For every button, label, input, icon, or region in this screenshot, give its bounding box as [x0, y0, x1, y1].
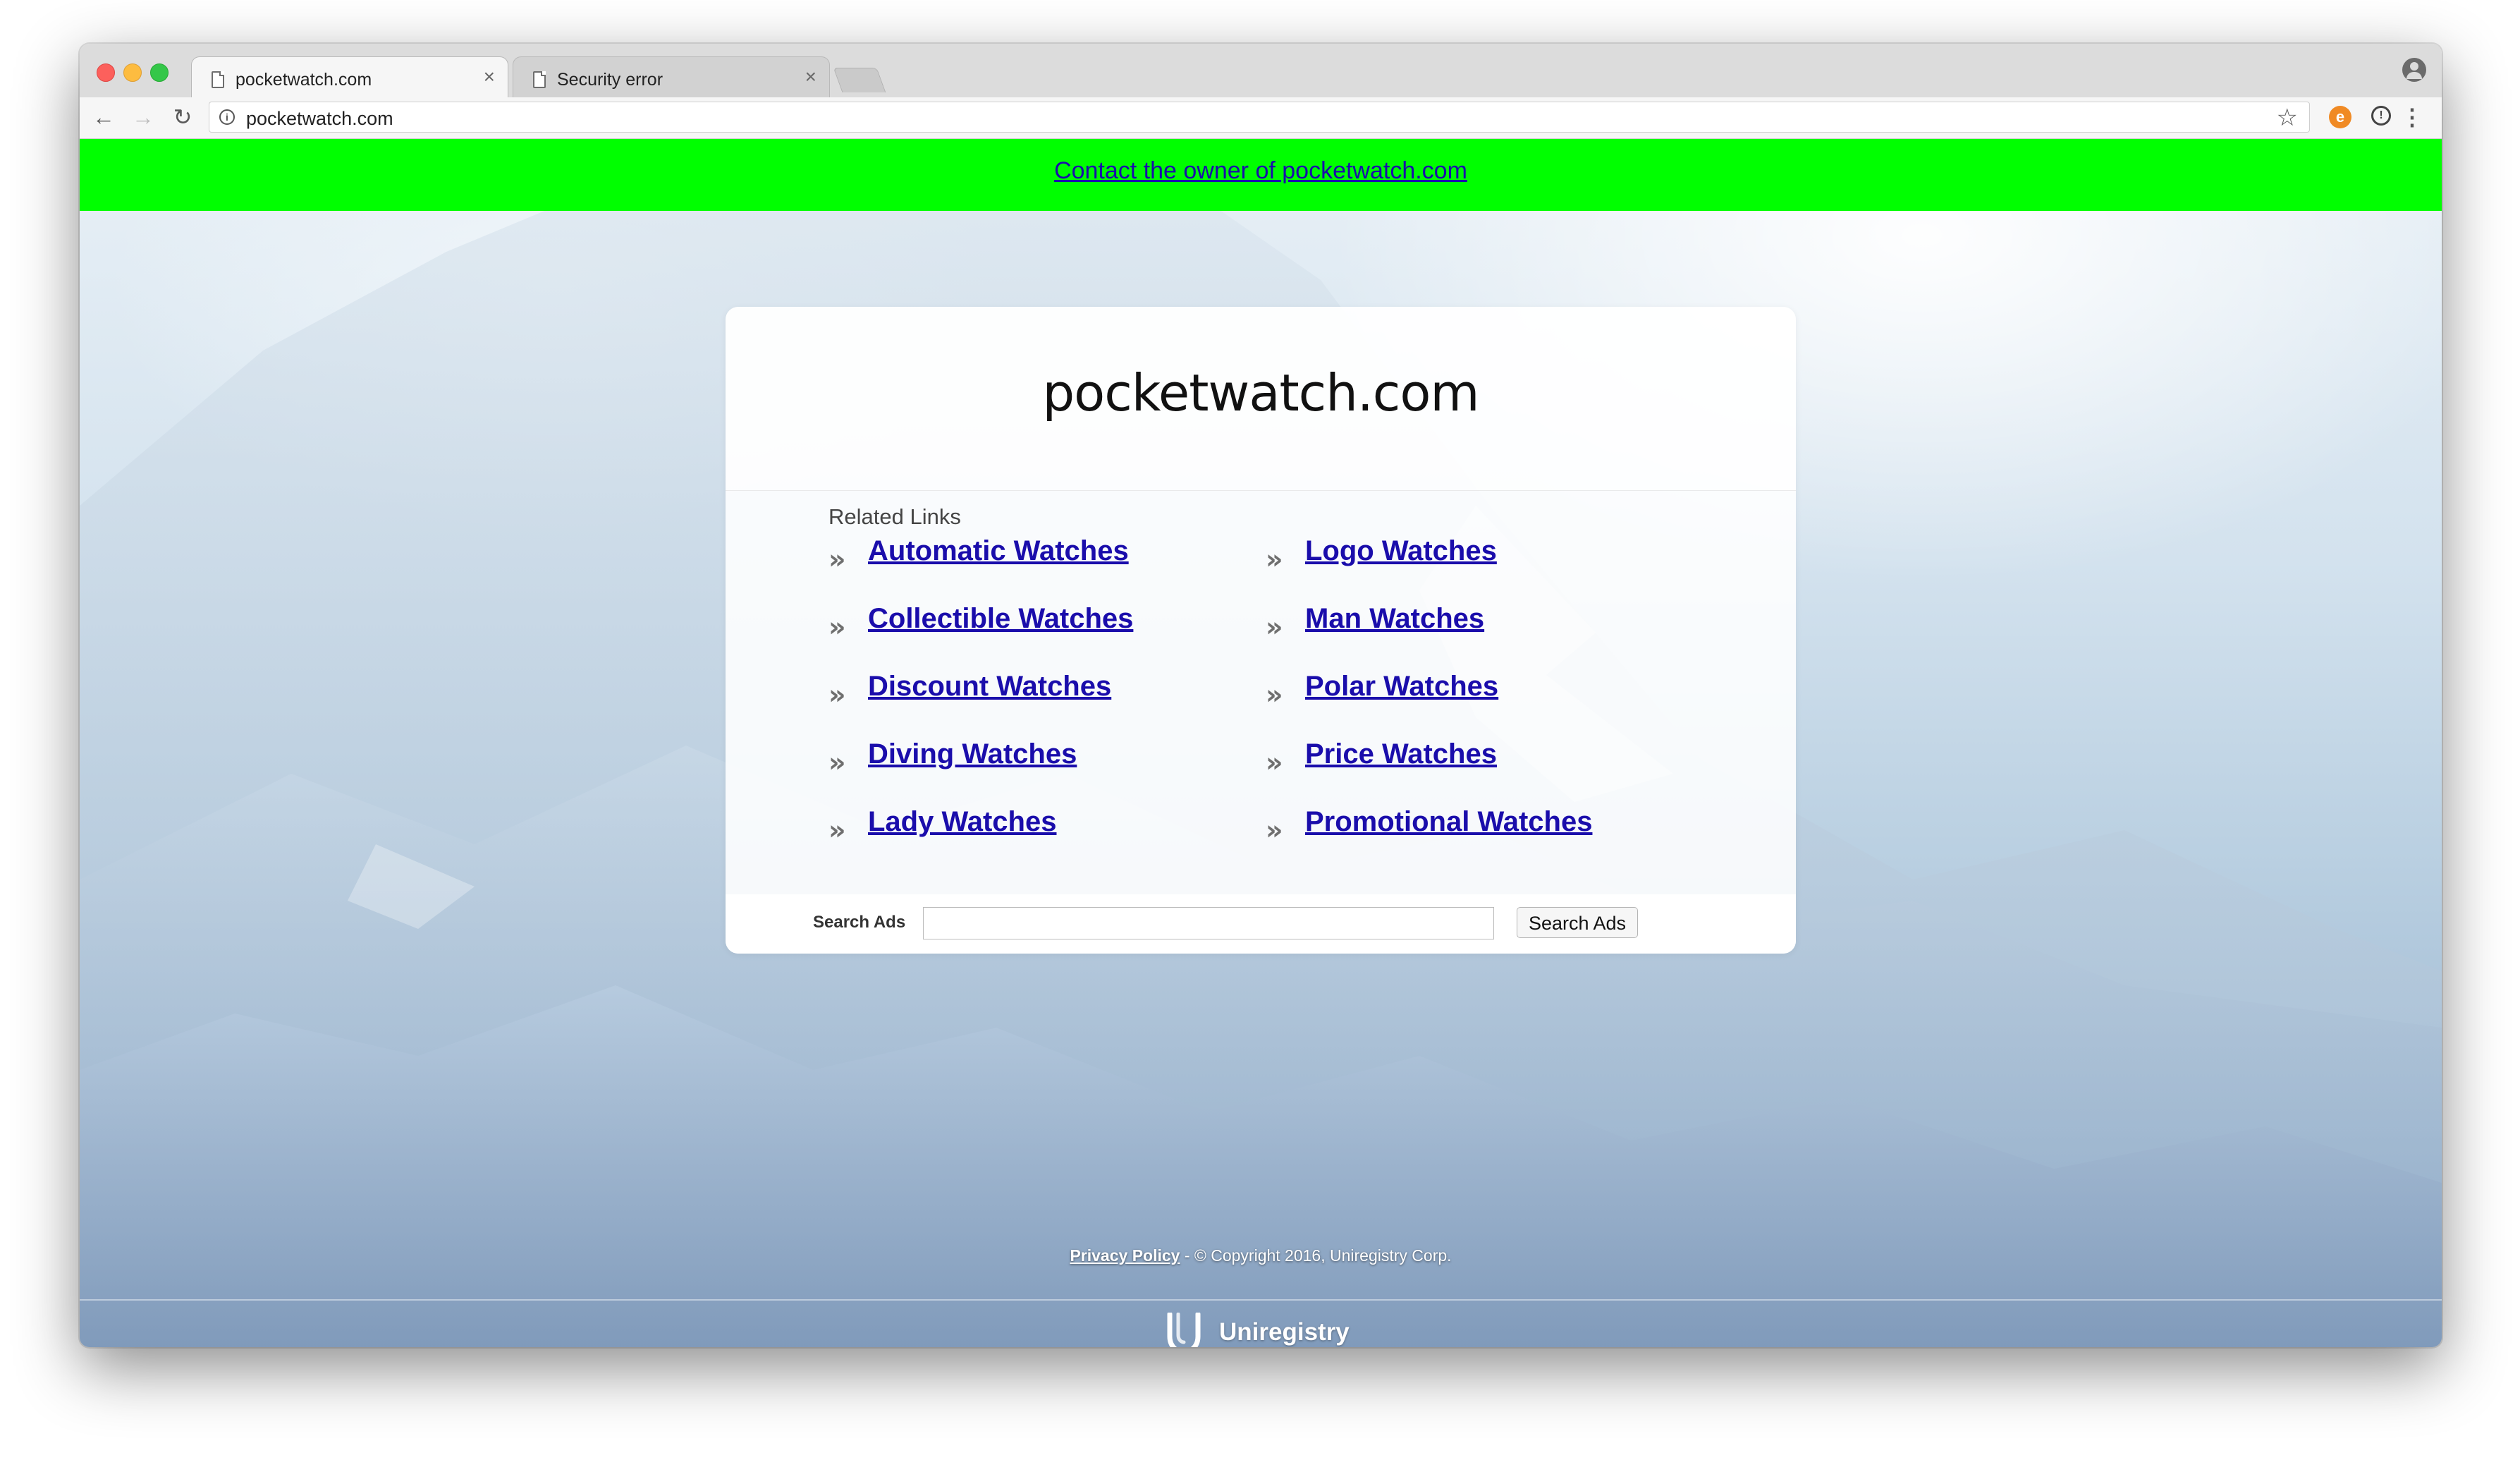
- close-tab-icon[interactable]: ×: [484, 67, 495, 87]
- uniregistry-u-icon: [1167, 1313, 1201, 1347]
- browser-window: pocketwatch.com × Security error × ← → ↻…: [80, 44, 2442, 1347]
- chevron-right-icon: »: [1266, 679, 1283, 710]
- chevron-right-icon: »: [828, 747, 845, 778]
- maximize-window-button[interactable]: [150, 63, 169, 82]
- chevron-right-icon: »: [828, 815, 845, 846]
- extension-info-icon[interactable]: !: [2371, 106, 2391, 126]
- address-text[interactable]: pocketwatch.com: [246, 108, 393, 130]
- related-link[interactable]: Promotional Watches: [1305, 806, 1592, 838]
- close-window-button[interactable]: [97, 63, 115, 82]
- privacy-policy-link[interactable]: Privacy Policy: [1070, 1246, 1180, 1265]
- site-info-icon[interactable]: i: [219, 109, 235, 125]
- related-link[interactable]: Price Watches: [1305, 738, 1497, 770]
- tab-title: Security error: [557, 70, 663, 90]
- profile-icon[interactable]: [2402, 58, 2426, 82]
- page-title: pocketwatch.com: [1042, 363, 1479, 422]
- contact-owner-link[interactable]: Contact the owner of pocketwatch.com: [1054, 157, 1467, 185]
- chevron-right-icon: »: [1266, 544, 1283, 575]
- reload-icon[interactable]: ↻: [169, 103, 197, 131]
- page-viewport: Contact the owner of pocketwatch.com poc…: [80, 139, 2442, 1347]
- card-header: pocketwatch.com: [726, 307, 1796, 491]
- brand-name: Uniregistry: [1219, 1318, 1350, 1346]
- new-tab-button[interactable]: [833, 68, 886, 92]
- related-link[interactable]: Collectible Watches: [868, 603, 1133, 635]
- bookmark-star-icon[interactable]: ☆: [2277, 104, 2298, 132]
- chevron-right-icon: »: [828, 544, 845, 575]
- contact-banner: Contact the owner of pocketwatch.com: [80, 139, 2442, 211]
- chevron-right-icon: »: [1266, 747, 1283, 778]
- tab-security-error[interactable]: Security error ×: [513, 56, 830, 97]
- forward-arrow-icon[interactable]: →: [129, 103, 157, 131]
- parked-domain-card: pocketwatch.com Related Links » Automati…: [726, 307, 1796, 954]
- extension-icon[interactable]: e: [2329, 106, 2351, 128]
- back-arrow-icon[interactable]: ←: [90, 103, 118, 131]
- minimize-window-button[interactable]: [123, 63, 142, 82]
- related-link[interactable]: Automatic Watches: [868, 535, 1129, 567]
- copyright-text: - © Copyright 2016, Uniregistry Corp.: [1180, 1246, 1452, 1265]
- related-link[interactable]: Polar Watches: [1305, 671, 1498, 702]
- uniregistry-logo[interactable]: Uniregistry: [1166, 1310, 1391, 1347]
- related-link[interactable]: Discount Watches: [868, 671, 1111, 702]
- chevron-right-icon: »: [1266, 815, 1283, 846]
- chevron-right-icon: »: [1266, 612, 1283, 643]
- chevron-right-icon: »: [828, 612, 845, 643]
- page-icon: [533, 71, 546, 88]
- search-ads-input[interactable]: [923, 907, 1494, 939]
- tab-strip: pocketwatch.com × Security error ×: [80, 44, 2442, 99]
- related-link[interactable]: Man Watches: [1305, 603, 1484, 635]
- footer-legal: Privacy Policy - © Copyright 2016, Unire…: [80, 1246, 2442, 1265]
- address-bar[interactable]: i pocketwatch.com ☆: [209, 102, 2310, 133]
- related-links-heading: Related Links: [828, 504, 961, 529]
- browser-menu-icon[interactable]: ⋮: [2401, 103, 2423, 131]
- tab-title: pocketwatch.com: [236, 70, 372, 90]
- related-link[interactable]: Logo Watches: [1305, 535, 1497, 567]
- footer-divider: [80, 1299, 2442, 1301]
- page-icon: [212, 71, 224, 88]
- search-ads-bar: Search Ads Search Ads: [726, 894, 1796, 954]
- close-tab-icon[interactable]: ×: [805, 67, 816, 87]
- chevron-right-icon: »: [828, 679, 845, 710]
- related-link[interactable]: Lady Watches: [868, 806, 1056, 838]
- tab-pocketwatch[interactable]: pocketwatch.com ×: [191, 56, 508, 99]
- browser-toolbar: ← → ↻ i pocketwatch.com ☆ e ! ⋮: [80, 97, 2442, 139]
- related-link[interactable]: Diving Watches: [868, 738, 1077, 770]
- search-ads-button[interactable]: Search Ads: [1517, 907, 1638, 938]
- search-ads-label: Search Ads: [813, 913, 906, 932]
